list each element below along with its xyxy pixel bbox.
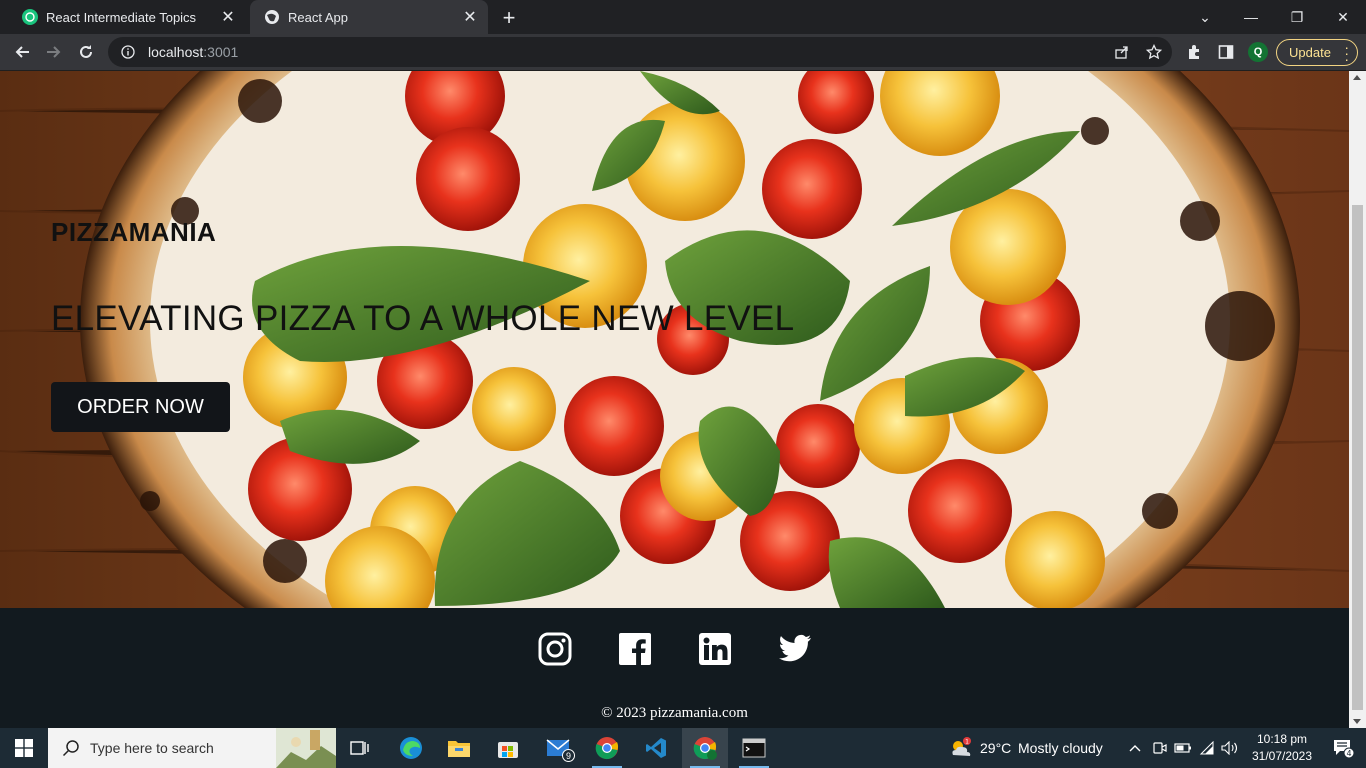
windows-taskbar: Type here to search 9 1 29°C Mostly clou… [0, 728, 1366, 768]
reload-icon[interactable] [72, 38, 100, 66]
clock-time: 10:18 pm [1256, 732, 1308, 746]
clock-date: 31/07/2023 [1251, 749, 1313, 763]
linkedin-icon[interactable] [697, 631, 733, 667]
tab-react-intermediate-topics[interactable]: React Intermediate Topics ✕ [8, 0, 246, 34]
notification-count: 4 [1346, 749, 1351, 758]
weather-alert-count: 1 [965, 739, 969, 746]
address-bar[interactable]: localhost:3001 [108, 37, 1172, 67]
globe-icon [264, 9, 280, 25]
extensions-icon[interactable] [1181, 39, 1207, 65]
update-button[interactable]: Update · · · [1276, 39, 1358, 66]
show-hidden-icons-chevron-icon[interactable] [1126, 739, 1144, 757]
forward-icon[interactable] [40, 38, 68, 66]
battery-icon[interactable] [1174, 739, 1192, 757]
scroll-up-icon[interactable] [1353, 75, 1361, 80]
mail-badge: 9 [562, 749, 575, 762]
hero-brand: PIZZAMANIA [51, 217, 217, 247]
browser-tabstrip: React Intermediate Topics ✕ React App ✕ … [0, 0, 1366, 34]
weather-icon[interactable]: 1 [948, 736, 972, 760]
file-explorer-icon[interactable] [436, 728, 482, 768]
taskbar-clock[interactable]: 10:18 pm 31/07/2023 [1244, 731, 1320, 765]
order-now-button[interactable]: ORDER NOW [51, 382, 230, 432]
tab-react-app[interactable]: React App ✕ [250, 0, 488, 34]
pizza-hero-image [0, 71, 1349, 608]
chatgpt-favicon-icon [22, 9, 38, 25]
page-footer: © 2023 pizzamania.com [0, 608, 1349, 728]
url-port: :3001 [203, 44, 239, 60]
side-panel-icon[interactable] [1213, 39, 1239, 65]
close-tab-icon[interactable]: ✕ [460, 7, 480, 27]
windows-start-icon[interactable] [0, 728, 48, 768]
twitter-icon[interactable] [777, 631, 813, 667]
weather-temp[interactable]: 29°C [980, 728, 1011, 768]
hero-tagline: ELEVATING PIZZA TO A WHOLE NEW LEVEL [51, 299, 795, 338]
wifi-icon[interactable] [1198, 739, 1216, 757]
update-label: Update [1289, 45, 1331, 60]
weather-condition[interactable]: Mostly cloudy [1018, 728, 1103, 768]
search-placeholder: Type here to search [90, 740, 214, 756]
mail-icon[interactable]: 9 [535, 728, 581, 768]
notification-center-icon[interactable]: 4 [1320, 728, 1366, 768]
browser-toolbar: localhost:3001 Q Update · · · [0, 34, 1366, 71]
tab-search-icon[interactable]: ⌄ [1182, 0, 1228, 34]
taskbar-search-box[interactable]: Type here to search [48, 728, 336, 768]
edge-icon[interactable] [388, 728, 434, 768]
page-viewport: PIZZAMANIA ELEVATING PIZZA TO A WHOLE NE… [0, 71, 1349, 728]
bookmark-star-icon[interactable] [1142, 40, 1166, 64]
close-tab-icon[interactable]: ✕ [218, 7, 238, 27]
meet-now-icon[interactable] [1150, 739, 1168, 757]
search-highlight-illustration [276, 728, 336, 768]
url-host: localhost [148, 44, 204, 60]
scrollbar-thumb[interactable] [1352, 205, 1363, 710]
terminal-icon[interactable] [731, 728, 777, 768]
profile-avatar[interactable]: Q [1248, 42, 1268, 62]
microsoft-store-icon[interactable] [485, 728, 531, 768]
tab-title: React App [288, 9, 348, 25]
restore-icon[interactable]: ❐ [1274, 0, 1320, 34]
page-scrollbar[interactable] [1349, 71, 1366, 728]
instagram-icon[interactable] [537, 631, 573, 667]
site-info-icon[interactable] [120, 44, 136, 60]
scroll-down-icon[interactable] [1353, 719, 1361, 724]
close-window-icon[interactable]: ✕ [1320, 0, 1366, 34]
volume-icon[interactable] [1221, 739, 1239, 757]
back-icon[interactable] [8, 38, 36, 66]
share-icon[interactable] [1110, 40, 1134, 64]
chrome-profile-icon[interactable] [682, 728, 728, 768]
menu-kebab-icon[interactable]: · · · [1344, 40, 1349, 66]
minimize-icon[interactable]: — [1228, 0, 1274, 34]
hero-section: PIZZAMANIA ELEVATING PIZZA TO A WHOLE NE… [0, 71, 1349, 608]
search-icon [62, 739, 80, 757]
facebook-icon[interactable] [617, 631, 653, 667]
footer-copyright: © 2023 pizzamania.com [601, 705, 748, 721]
new-tab-button[interactable]: + [496, 5, 522, 31]
chrome-icon[interactable] [584, 728, 630, 768]
vscode-icon[interactable] [633, 728, 679, 768]
tab-title: React Intermediate Topics [46, 9, 197, 25]
task-view-icon[interactable] [337, 728, 383, 768]
